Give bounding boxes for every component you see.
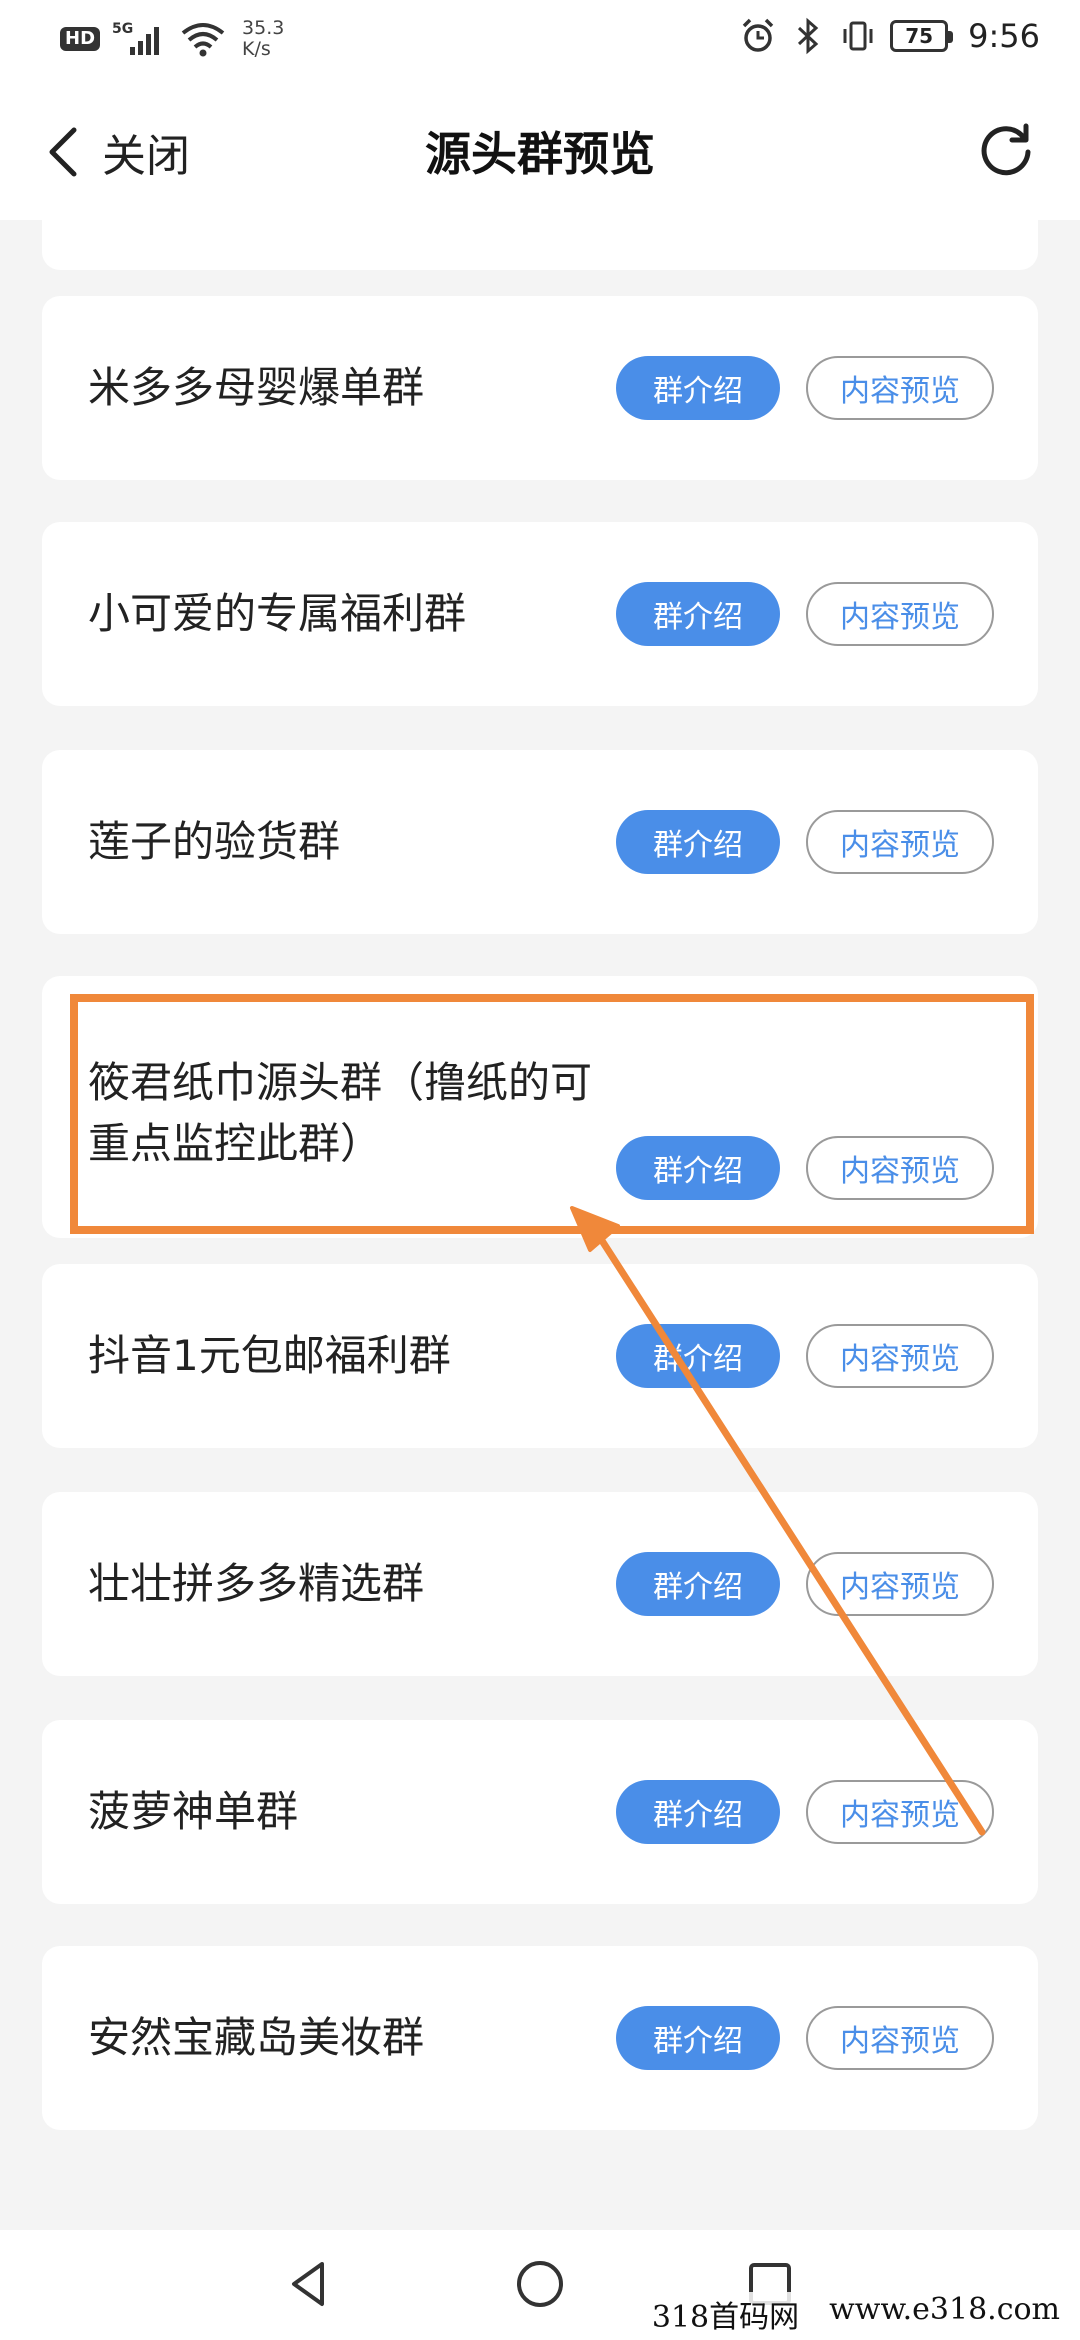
group-name: 筱君纸巾源头群（撸纸的可重点监控此群） [88,1058,593,1168]
group-name: 莲子的验货群 [88,816,341,866]
speed-value: 35.3 [242,17,285,39]
watermark: 318首码网 www.e318.com [645,2292,1066,2336]
status-left: HD 5G 35.3 K/s [60,18,284,60]
clock: 9:56 [968,17,1040,55]
content-preview-button[interactable]: 内容预览 [806,582,994,646]
page-title: 源头群预览 [425,127,655,181]
group-name: 壮壮拼多多精选群 [88,1558,425,1608]
content-preview-button[interactable]: 内容预览 [806,1324,994,1388]
content-preview-button[interactable]: 内容预览 [806,1136,994,1200]
group-name: 菠萝神单群 [88,1786,299,1836]
group-intro-button[interactable]: 群介绍 [616,356,780,420]
group-list[interactable]: 米多多母婴爆单群 群介绍 内容预览 小可爱的专属福利群 群介绍 内容预览 莲子的… [0,220,1080,2230]
wifi-icon [181,22,225,57]
list-item: 莲子的验货群 群介绍 内容预览 [42,750,1038,934]
watermark-site-name: 318首码网 [651,2300,800,2335]
content-preview-button[interactable]: 内容预览 [806,810,994,874]
header: 关闭 源头群预览 [0,80,1080,220]
list-item-partial [42,220,1038,270]
network-speed: 35.3 K/s [242,18,284,60]
list-item: 米多多母婴爆单群 群介绍 内容预览 [42,296,1038,480]
content-preview-button[interactable]: 内容预览 [806,1552,994,1616]
group-intro-button[interactable]: 群介绍 [616,582,780,646]
speed-unit: K/s [242,37,271,60]
list-item: 抖音1元包邮福利群 群介绍 内容预览 [42,1264,1038,1448]
back-triangle-icon[interactable] [280,2254,340,2314]
group-name: 安然宝藏岛美妆群 [88,2012,425,2062]
group-intro-button[interactable]: 群介绍 [616,1324,780,1388]
group-intro-button[interactable]: 群介绍 [616,1780,780,1844]
vibrate-icon [843,21,873,51]
group-name: 米多多母婴爆单群 [88,362,425,412]
refresh-icon[interactable] [974,118,1038,182]
home-circle-icon[interactable] [510,2254,570,2314]
content-preview-button[interactable]: 内容预览 [806,2006,994,2070]
group-intro-button[interactable]: 群介绍 [616,1552,780,1616]
hd-badge: HD [60,26,101,51]
group-intro-button[interactable]: 群介绍 [616,2006,780,2070]
watermark-url: www.e318.com [829,2292,1060,2327]
list-item: 壮壮拼多多精选群 群介绍 内容预览 [42,1492,1038,1676]
group-intro-button[interactable]: 群介绍 [616,1136,780,1200]
signal-icon: 5G [112,19,168,59]
alarm-icon [742,18,774,52]
group-name: 抖音1元包邮福利群 [88,1330,451,1380]
list-item: 筱君纸巾源头群（撸纸的可重点监控此群） 群介绍 内容预览 [42,976,1038,1238]
list-item: 安然宝藏岛美妆群 群介绍 内容预览 [42,1946,1038,2130]
status-bar: HD 5G 35.3 K/s 75 9:56 [0,0,1080,80]
list-item: 菠萝神单群 群介绍 内容预览 [42,1720,1038,1904]
group-intro-button[interactable]: 群介绍 [616,810,780,874]
content-preview-button[interactable]: 内容预览 [806,356,994,420]
list-item: 小可爱的专属福利群 群介绍 内容预览 [42,522,1038,706]
status-right: 75 9:56 [740,16,1040,56]
bluetooth-icon [798,17,819,55]
content-preview-button[interactable]: 内容预览 [806,1780,994,1844]
group-name: 小可爱的专属福利群 [88,588,467,638]
battery-icon: 75 [890,20,954,52]
